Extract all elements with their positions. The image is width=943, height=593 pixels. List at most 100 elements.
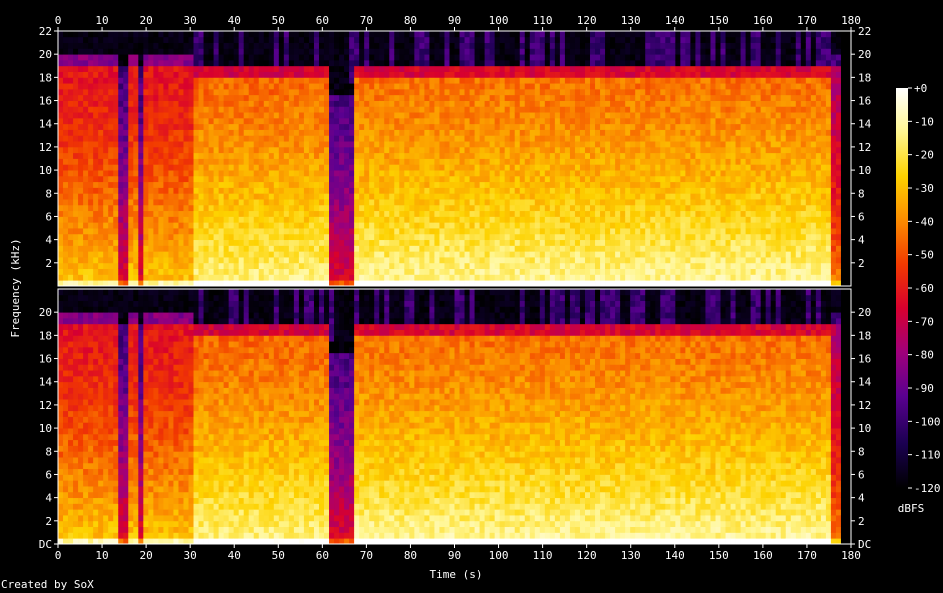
y-tick-label-left: 20 xyxy=(39,306,52,319)
colorbar-tick-label: -70 xyxy=(914,315,934,328)
x-tick-label-top: 90 xyxy=(448,14,461,27)
x-tick-label-top: 160 xyxy=(753,14,773,27)
colorbar-tick-label: -80 xyxy=(914,349,934,362)
x-tick-label-bottom: 20 xyxy=(139,549,152,562)
y-tick-label-right: 16 xyxy=(858,95,871,108)
x-tick-label-bottom: 0 xyxy=(55,549,62,562)
x-tick-label-top: 110 xyxy=(533,14,553,27)
x-tick-label-bottom: 120 xyxy=(577,549,597,562)
y-tick-label-right: DC xyxy=(858,538,871,551)
spectrogram-channel-1 xyxy=(58,31,852,287)
colorbar-tick-label: -100 xyxy=(914,415,941,428)
x-tick-label-bottom: 50 xyxy=(272,549,285,562)
y-tick-label-left: 8 xyxy=(45,187,52,200)
x-tick-label-top: 40 xyxy=(228,14,241,27)
y-tick-label-left: 18 xyxy=(39,329,52,342)
x-tick-label-bottom: 130 xyxy=(621,549,641,562)
x-tick-label-bottom: 170 xyxy=(797,549,817,562)
y-tick-label-right: 22 xyxy=(858,25,871,38)
y-tick-label-left: 14 xyxy=(39,376,53,389)
y-tick-label-left: 4 xyxy=(45,492,52,505)
colorbar-tick-label: -20 xyxy=(914,149,934,162)
y-tick-label-left: 2 xyxy=(45,257,52,270)
y-tick-label-right: 12 xyxy=(858,141,871,154)
x-tick-label-bottom: 30 xyxy=(184,549,197,562)
y-tick-label-right: 14 xyxy=(858,376,872,389)
y-tick-label-left: 6 xyxy=(45,210,52,223)
x-tick-label-bottom: 110 xyxy=(533,549,553,562)
colorbar-ticks: +0 -10 -20 -30 -40 -50 -60 -70 -80 -90 -100 -110 -12… xyxy=(908,82,941,495)
x-tick-label-bottom: 10 xyxy=(95,549,108,562)
y-axis-label: Frequency (kHz) xyxy=(9,238,22,337)
y-tick-label-left: DC xyxy=(39,538,52,551)
y-tick-label-right: 4 xyxy=(858,234,865,247)
y-tick-label-left: 12 xyxy=(39,399,52,412)
x-tick-label-bottom: 70 xyxy=(360,549,373,562)
y-tick-label-left: 14 xyxy=(39,118,53,131)
spectrogram-channel-2 xyxy=(58,289,852,545)
x-tick-label-top: 170 xyxy=(797,14,817,27)
x-tick-label-bottom: 90 xyxy=(448,549,461,562)
y-tick-label-left: 10 xyxy=(39,164,52,177)
y-tick-label-right: 6 xyxy=(858,468,865,481)
x-tick-label-top: 120 xyxy=(577,14,597,27)
y-tick-label-right: 2 xyxy=(858,257,865,270)
y-tick-label-left: 6 xyxy=(45,468,52,481)
y-tick-label-right: 8 xyxy=(858,445,865,458)
y-tick-label-left: 20 xyxy=(39,48,52,61)
y-tick-label-right: 16 xyxy=(858,353,871,366)
colorbar-tick-label: -50 xyxy=(914,249,934,262)
y-tick-label-right: 2 xyxy=(858,515,865,528)
y-tick-label-left: 10 xyxy=(39,422,52,435)
y-tick-label-left: 12 xyxy=(39,141,52,154)
x-tick-label-bottom: 60 xyxy=(316,549,329,562)
colorbar-tick-label: -90 xyxy=(914,382,934,395)
colorbar-tick-label: -10 xyxy=(914,115,934,128)
spectrogram-figure: 0 0 10 10 20 20 30 30 40 40 50 50 60 60 70 70 80 80 90 90 10… xyxy=(9,14,941,581)
x-tick-label-bottom: 40 xyxy=(228,549,241,562)
y-tick-label-left: 4 xyxy=(45,234,52,247)
y-tick-label-right: 20 xyxy=(858,48,871,61)
x-tick-label-top: 10 xyxy=(95,14,108,27)
x-tick-label-top: 0 xyxy=(55,14,62,27)
colorbar-label: dBFS xyxy=(898,502,925,515)
x-tick-label-top: 100 xyxy=(489,14,509,27)
y-tick-label-right: 18 xyxy=(858,329,871,342)
y-tick-label-right: 10 xyxy=(858,422,871,435)
y-tick-label-right: 14 xyxy=(858,118,872,131)
x-tick-label-top: 140 xyxy=(665,14,685,27)
y-tick-label-right: 6 xyxy=(858,210,865,223)
colorbar-tick-label: +0 xyxy=(914,82,927,95)
colorbar-tick-label: -110 xyxy=(914,449,941,462)
x-tick-label-bottom: 80 xyxy=(404,549,417,562)
y-tick-label-left: 2 xyxy=(45,515,52,528)
x-tick-label-bottom: 100 xyxy=(489,549,509,562)
y-tick-label-right: 18 xyxy=(858,71,871,84)
colorbar xyxy=(896,88,908,488)
x-tick-label-top: 50 xyxy=(272,14,285,27)
credit-text: Created by SoX xyxy=(1,578,94,591)
x-tick-label-bottom: 150 xyxy=(709,549,729,562)
y-tick-label-right: 12 xyxy=(858,399,871,412)
y-tick-label-left: 22 xyxy=(39,25,52,38)
colorbar-tick-label: -40 xyxy=(914,215,934,228)
y-tick-label-left: 8 xyxy=(45,445,52,458)
y-tick-label-right: 20 xyxy=(858,306,871,319)
x-tick-label-top: 60 xyxy=(316,14,329,27)
x-tick-label-top: 20 xyxy=(139,14,152,27)
colorbar-tick-label: -30 xyxy=(914,182,934,195)
colorbar-tick-label: -120 xyxy=(914,482,941,495)
y-tick-label-left: 16 xyxy=(39,95,52,108)
x-tick-label-top: 80 xyxy=(404,14,417,27)
x-tick-label-bottom: 140 xyxy=(665,549,685,562)
y-tick-label-right: 10 xyxy=(858,164,871,177)
x-tick-label-top: 150 xyxy=(709,14,729,27)
y-tick-label-right: 4 xyxy=(858,492,865,505)
x-tick-label-top: 70 xyxy=(360,14,373,27)
y-tick-label-right: 8 xyxy=(858,187,865,200)
x-tick-label-bottom: 160 xyxy=(753,549,773,562)
y-tick-label-left: 16 xyxy=(39,353,52,366)
y-tick-label-left: 18 xyxy=(39,71,52,84)
colorbar-tick-label: -60 xyxy=(914,282,934,295)
x-axis-label: Time (s) xyxy=(430,568,483,581)
